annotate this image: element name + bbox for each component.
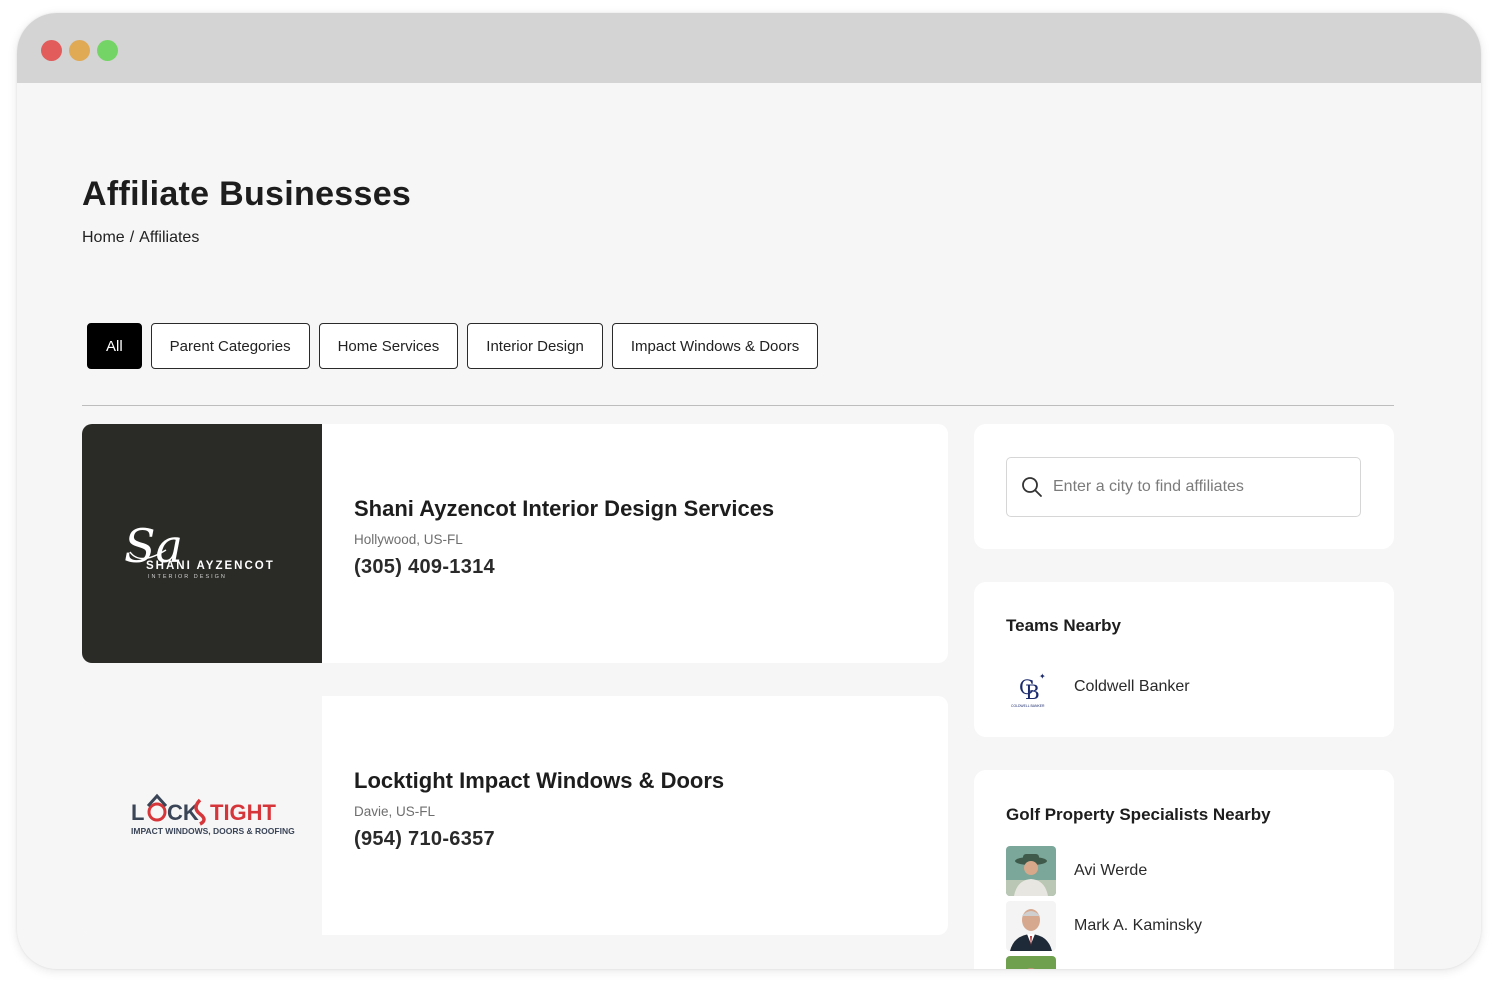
filter-interior-design-button[interactable]: Interior Design — [467, 323, 603, 369]
breadcrumb-current: Affiliates — [139, 229, 200, 246]
business-phone[interactable]: (305) 409-1314 — [354, 556, 774, 579]
window-maximize-button[interactable] — [97, 40, 118, 61]
window-minimize-button[interactable] — [69, 40, 90, 61]
filter-parent-categories-button[interactable]: Parent Categories — [150, 323, 310, 369]
category-filter-bar: All Parent Categories Home Services Inte… — [87, 323, 819, 369]
business-card[interactable]: Sa SHANI AYZENCOT INTERIOR DESIGN Shani … — [82, 424, 948, 663]
city-search-box[interactable] — [1006, 457, 1361, 517]
shani-ayzencot-logo-icon: Sa SHANI AYZENCOT INTERIOR DESIGN — [124, 519, 275, 580]
business-card[interactable]: L CK TIGHT IMPACT WINDOWS, DOORS & ROOFI… — [82, 696, 948, 935]
specialist-name[interactable]: Avi Werde — [1074, 862, 1147, 880]
avatar — [1006, 901, 1056, 951]
specialist-item[interactable]: Mark A. Kaminsky — [1006, 901, 1202, 951]
business-info: Locktight Impact Windows & Doors Davie, … — [322, 696, 724, 935]
business-logo-locktight: L CK TIGHT IMPACT WINDOWS, DOORS & ROOFI… — [82, 696, 322, 935]
breadcrumb: Home / Affiliates — [82, 229, 199, 247]
filter-all-button[interactable]: All — [87, 323, 142, 369]
logo-part1: L — [131, 800, 144, 825]
svg-text:B: B — [1025, 680, 1040, 704]
coldwell-banker-logo-text: COLDWELL BANKER — [1011, 704, 1045, 708]
specialist-item[interactable]: Avi Werde — [1006, 846, 1147, 896]
coldwell-banker-logo-icon: C B ✦ COLDWELL BANKER — [1006, 662, 1056, 712]
city-search-input[interactable] — [1053, 478, 1343, 496]
window-close-button[interactable] — [41, 40, 62, 61]
browser-window: Affiliate Businesses Home / Affiliates A… — [17, 13, 1481, 969]
business-logo-shani-ayzencot: Sa SHANI AYZENCOT INTERIOR DESIGN — [82, 424, 322, 663]
affiliate-search-card — [974, 424, 1394, 549]
business-phone[interactable]: (954) 710-6357 — [354, 828, 724, 851]
business-info: Shani Ayzencot Interior Design Services … — [322, 424, 774, 663]
section-divider — [82, 405, 1394, 406]
filter-impact-windows-doors-button[interactable]: Impact Windows & Doors — [611, 323, 819, 369]
breadcrumb-separator: / — [129, 229, 135, 246]
logo-tagline: IMPACT WINDOWS, DOORS & ROOFING — [131, 826, 295, 836]
logo-part3: TIGHT — [210, 800, 277, 825]
business-name[interactable]: Locktight Impact Windows & Doors — [354, 768, 724, 794]
specialist-name[interactable]: Mark A. Kaminsky — [1074, 917, 1202, 935]
avatar — [1006, 846, 1056, 896]
search-icon — [1022, 477, 1042, 497]
window-titlebar — [17, 13, 1481, 83]
filter-home-services-button[interactable]: Home Services — [318, 323, 459, 369]
team-item[interactable]: C B ✦ COLDWELL BANKER Coldwell Banker — [1006, 662, 1190, 712]
svg-text:✦: ✦ — [1039, 672, 1046, 681]
business-location: Davie, US-FL — [354, 804, 436, 819]
business-name[interactable]: Shani Ayzencot Interior Design Services — [354, 496, 774, 522]
teams-nearby-heading: Teams Nearby — [1006, 616, 1121, 635]
golf-specialists-heading: Golf Property Specialists Nearby — [1006, 805, 1271, 824]
team-name[interactable]: Coldwell Banker — [1074, 678, 1190, 696]
breadcrumb-home-link[interactable]: Home — [82, 229, 125, 247]
logo-part2: CK — [167, 800, 199, 825]
specialist-item[interactable] — [1006, 956, 1056, 969]
business-location: Hollywood, US-FL — [354, 532, 463, 547]
logo-line1: SHANI AYZENCOT — [146, 560, 275, 572]
page-content: Affiliate Businesses Home / Affiliates A… — [17, 83, 1481, 969]
logo-line2: INTERIOR DESIGN — [148, 574, 227, 580]
teams-nearby-card: Teams Nearby C B ✦ COLDWELL BANKER Coldw… — [974, 582, 1394, 737]
page-title: Affiliate Businesses — [82, 175, 412, 213]
locktight-logo-icon: L CK TIGHT IMPACT WINDOWS, DOORS & ROOFI… — [131, 793, 295, 836]
avatar — [1006, 956, 1056, 969]
golf-specialists-card: Golf Property Specialists Nearby Avi Wer… — [974, 770, 1394, 969]
